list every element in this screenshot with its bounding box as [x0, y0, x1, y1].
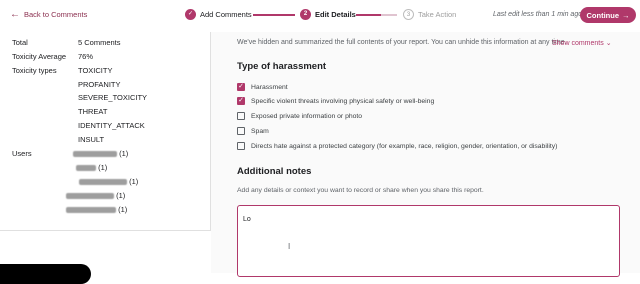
option-label: Directs hate against a protected categor… — [251, 142, 558, 150]
toxicity-type: PROFANITY — [78, 80, 121, 89]
toxicity-type: IDENTITY_ATTACK — [78, 121, 145, 130]
continue-button[interactable]: Continue → — [580, 7, 636, 23]
toxicity-type: INSULT — [78, 135, 105, 144]
step-number: 3 — [403, 9, 414, 20]
user-count: (1) — [119, 149, 129, 158]
step-add-comments[interactable]: ✓ Add Comments — [185, 9, 252, 20]
option-harassment[interactable]: ✓ Harassment — [237, 83, 288, 91]
continue-label: Continue — [586, 10, 620, 20]
option-hate-protected[interactable]: Directs hate against a protected categor… — [237, 142, 557, 150]
option-private-info[interactable]: Exposed private information or photo — [237, 112, 362, 120]
chevron-down-icon: ⌄ — [605, 40, 612, 47]
progress-line — [253, 14, 295, 16]
users-label: Users — [12, 149, 32, 158]
step-label: Take Action — [418, 10, 457, 19]
checkbox-icon[interactable] — [237, 127, 245, 135]
user-entry: (1) — [66, 205, 127, 214]
option-label: Exposed private information or photo — [251, 112, 363, 120]
redacted-username — [66, 193, 114, 200]
redacted-username — [73, 151, 117, 158]
step-label: Edit Details — [315, 10, 356, 19]
progress-line — [356, 14, 397, 16]
overlay-pill — [0, 264, 91, 284]
show-comments-label: Show comments — [552, 40, 604, 47]
option-label: Spam — [251, 127, 269, 135]
toxicity-types-label: Toxicity types — [12, 66, 57, 75]
back-label: Back to Comments — [24, 10, 88, 19]
total-value: 5 Comments — [78, 38, 121, 47]
redacted-username — [66, 207, 116, 214]
user-count: (1) — [118, 205, 128, 214]
top-bar: ← Back to Comments ✓ Add Comments 2 Edit… — [0, 0, 640, 33]
toxicity-average-value: 76% — [78, 52, 94, 61]
toxicity-type: TOXICITY — [78, 66, 113, 75]
harassment-type-heading: Type of harassment — [237, 61, 327, 72]
user-entry: (1) — [66, 191, 125, 200]
redacted-username — [76, 165, 96, 172]
option-violent-threats[interactable]: ✓ Specific violent threats involving phy… — [237, 97, 434, 105]
option-spam[interactable]: Spam — [237, 127, 269, 135]
option-label: Specific violent threats involving physi… — [251, 97, 435, 105]
user-entry: (1) — [76, 163, 107, 172]
user-entry: (1) — [79, 177, 138, 186]
notes-hint: Add any details or context you want to r… — [237, 187, 484, 194]
back-to-comments-link[interactable]: ← Back to Comments — [10, 8, 88, 20]
notes-textarea[interactable]: Lo I — [237, 205, 620, 277]
user-count: (1) — [98, 163, 108, 172]
step-number: 2 — [300, 9, 311, 20]
toxicity-type: SEVERE_TOXICITY — [78, 93, 148, 102]
checkbox-icon[interactable] — [237, 112, 245, 120]
step-edit-details[interactable]: 2 Edit Details — [300, 9, 356, 20]
arrow-left-icon: ← — [10, 8, 20, 20]
edit-details-panel: We've hidden and summarized the full con… — [211, 32, 640, 277]
total-label: Total — [12, 38, 28, 47]
show-comments-link[interactable]: Show comments ⌄ — [552, 39, 612, 47]
notes-text: Lo — [243, 216, 251, 223]
step-label: Add Comments — [200, 10, 252, 19]
arrow-right-icon: → — [622, 10, 630, 20]
option-label: Harassment — [251, 83, 288, 91]
text-cursor-icon: I — [288, 242, 291, 251]
last-edit-status: Last edit less than 1 min ago — [493, 11, 583, 18]
checkbox-icon[interactable] — [237, 142, 245, 150]
additional-notes-heading: Additional notes — [237, 166, 312, 177]
user-count: (1) — [129, 177, 139, 186]
user-entry: (1) — [73, 149, 128, 158]
toxicity-type: THREAT — [78, 107, 108, 116]
toxicity-average-label: Toxicity Average — [12, 52, 67, 61]
step-take-action[interactable]: 3 Take Action — [403, 9, 456, 20]
user-count: (1) — [116, 191, 126, 200]
checkbox-checked-icon[interactable]: ✓ — [237, 83, 245, 91]
check-icon: ✓ — [185, 9, 196, 20]
checkbox-checked-icon[interactable]: ✓ — [237, 97, 245, 105]
report-summary-panel: Total 5 Comments Toxicity Average 76% To… — [0, 32, 211, 231]
redacted-username — [79, 179, 127, 186]
hidden-content-notice: We've hidden and summarized the full con… — [237, 39, 567, 46]
